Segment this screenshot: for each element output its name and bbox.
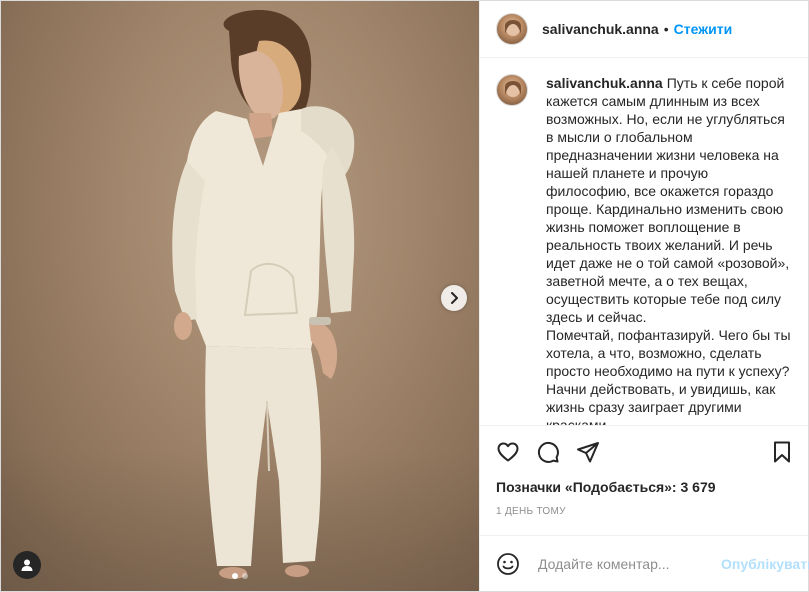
comment-input[interactable] [536, 554, 721, 573]
publish-button[interactable]: Опублікувати [721, 556, 809, 572]
post-timestamp[interactable]: 1 день тому [480, 506, 808, 520]
caption-paragraph-2: Помечтай, пофантазируй. Чего бы ты хотел… [546, 327, 791, 427]
author-avatar[interactable] [496, 13, 528, 45]
avatar-image [505, 81, 521, 97]
emoji-button[interactable] [496, 552, 520, 576]
author-username[interactable]: salivanchuk.anna [542, 21, 659, 37]
carousel-dot-active [232, 573, 238, 579]
heart-icon [497, 442, 519, 462]
user-tag-icon [21, 559, 33, 571]
smiley-icon [497, 552, 519, 575]
header-separator: • [663, 21, 669, 37]
post-side-panel: salivanchuk.anna • Стежити salivanchuk.a… [479, 1, 809, 591]
post-photo[interactable] [1, 1, 479, 591]
caption-section: salivanchuk.anna Путь к себе порой кажетс… [480, 58, 808, 427]
share-button[interactable] [576, 440, 600, 464]
paper-plane-icon [577, 442, 599, 463]
bookmark-icon [774, 441, 790, 463]
follow-button[interactable]: Стежити [674, 21, 733, 37]
caption-paragraph-1: Путь к себе порой кажется самым длинным … [546, 75, 790, 325]
like-button[interactable] [496, 440, 520, 464]
comment-bubble-icon [537, 442, 559, 464]
caption-username[interactable]: salivanchuk.anna [546, 75, 663, 91]
add-comment-bar: Опублікувати [480, 535, 809, 591]
carousel-next-button[interactable] [441, 285, 467, 311]
caption-avatar[interactable] [496, 74, 528, 106]
post-dialog: salivanchuk.anna • Стежити salivanchuk.a… [0, 0, 809, 592]
likes-number[interactable]: 3 679 [681, 479, 716, 495]
avatar-image [505, 20, 521, 36]
comment-button[interactable] [536, 440, 560, 464]
save-button[interactable] [770, 440, 794, 464]
action-bar [480, 426, 808, 478]
carousel-indicator [1, 573, 479, 579]
caption-text: salivanchuk.anna Путь к себе порой кажетс… [546, 74, 792, 425]
carousel-dot [242, 573, 248, 579]
chevron-right-icon [451, 292, 458, 304]
likes-label[interactable]: Позначки «Подобається»: [496, 479, 677, 495]
post-header: salivanchuk.anna • Стежити [480, 1, 808, 58]
likes-count: Позначки «Подобається»: 3 679 [480, 478, 808, 496]
photo-figure-illustration [172, 10, 355, 579]
